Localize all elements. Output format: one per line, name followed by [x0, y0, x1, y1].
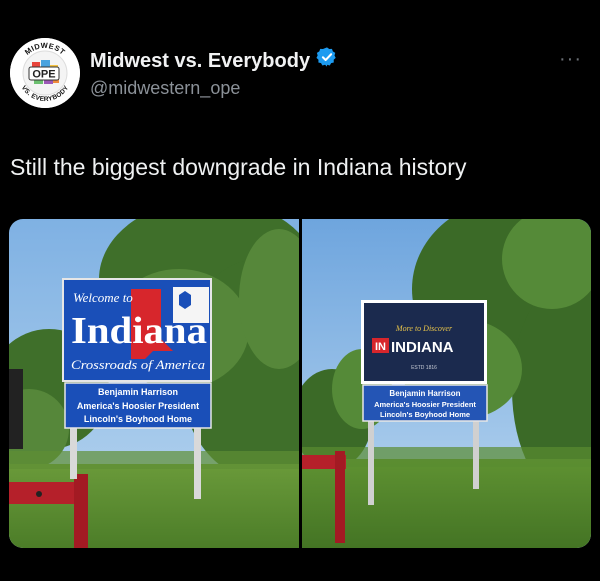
new-sign-badge: IN: [375, 341, 386, 353]
new-plaque-line-1: Benjamin Harrison: [389, 389, 460, 398]
old-sign-sub: Crossroads of America: [71, 357, 206, 372]
new-sign-state: INDIANA: [391, 339, 454, 356]
display-name[interactable]: Midwest vs. Everybody: [90, 48, 310, 74]
tweet-text: Still the biggest downgrade in Indiana h…: [10, 154, 467, 180]
avatar[interactable]: OPE MIDWEST VS. EVERYBODY: [10, 38, 80, 108]
new-sign-est: ESTD 1816: [411, 365, 437, 371]
tweet-header: OPE MIDWEST VS. EVERYBODY Midwest vs. Ev…: [10, 38, 590, 108]
new-sign-top: More to Discover: [394, 324, 452, 333]
photo-old-sign[interactable]: Welcome to Indiana Crossroads of America…: [9, 219, 299, 548]
old-sign-top: Welcome to: [73, 290, 133, 305]
new-plaque-line-2: America's Hoosier President: [374, 400, 476, 409]
new-plaque-line-3: Lincoln's Boyhood Home: [379, 410, 469, 419]
more-icon[interactable]: ···: [559, 48, 582, 71]
avatar-text-center: OPE: [32, 69, 55, 81]
old-sign-state: Indiana: [71, 310, 207, 352]
old-plaque-line-2: America's Hoosier President: [77, 401, 199, 411]
tweet-media: Welcome to Indiana Crossroads of America…: [9, 219, 591, 548]
account-handle[interactable]: @midwestern_ope: [90, 75, 338, 101]
photo-new-sign[interactable]: More to Discover IN INDIANA ESTD 1816 Be…: [301, 219, 591, 548]
account-names: Midwest vs. Everybody @midwestern_ope: [90, 46, 338, 101]
old-plaque-line-3: Lincoln's Boyhood Home: [84, 414, 192, 424]
old-plaque-line-1: Benjamin Harrison: [98, 387, 178, 397]
verified-badge-icon: [316, 46, 338, 75]
